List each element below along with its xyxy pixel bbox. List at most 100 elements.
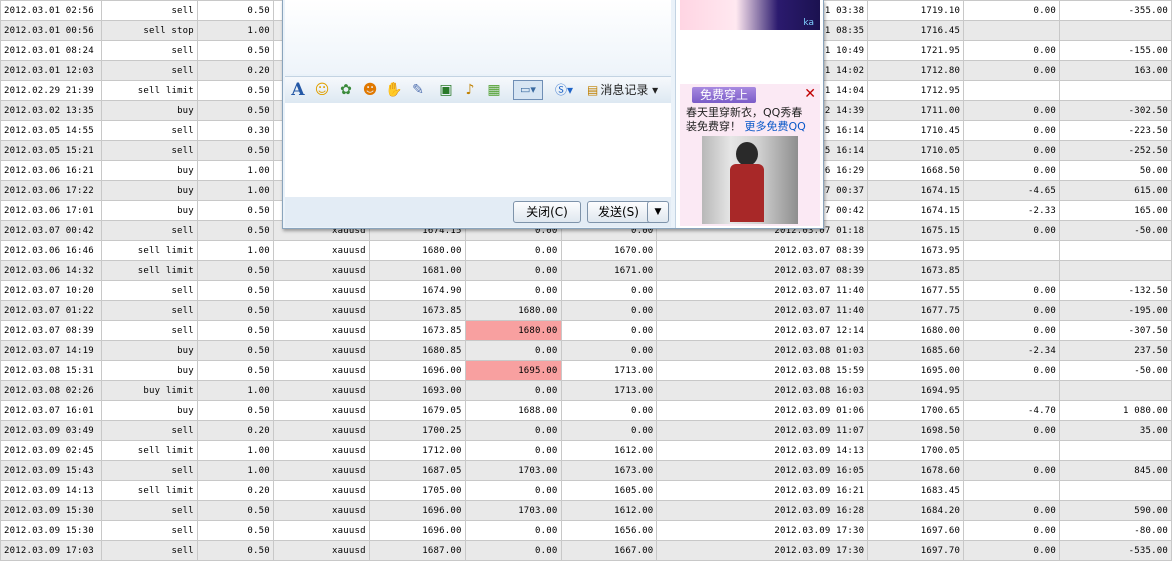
- smiley-icon[interactable]: ☺: [313, 81, 331, 99]
- table-cell: 1694.95: [867, 380, 965, 401]
- table-cell: xauusd: [272, 420, 370, 441]
- table-cell: 2012.03.07 08:39: [656, 260, 869, 281]
- table-cell: [1059, 240, 1172, 261]
- edit-icon[interactable]: ✎: [409, 81, 427, 99]
- table-row: 2012.03.07 01:22 sell 0.50 xauusd 1673.85 168…: [0, 300, 1172, 321]
- table-cell: 1703.00: [464, 460, 562, 481]
- table-cell: 0.50: [196, 140, 274, 161]
- table-cell: [963, 440, 1061, 461]
- table-cell: [1059, 80, 1172, 101]
- table-cell: [1059, 20, 1172, 41]
- table-cell: 0.50: [196, 220, 274, 241]
- table-cell: 0.50: [196, 260, 274, 281]
- table-cell: sell: [100, 40, 198, 61]
- table-cell: 2012.03.09 17:03: [0, 540, 102, 561]
- close-icon[interactable]: ✕: [804, 86, 816, 102]
- table-cell: sell: [100, 300, 198, 321]
- table-cell: 1713.00: [560, 360, 658, 381]
- table-cell: -355.00: [1059, 0, 1172, 21]
- table-cell: buy: [100, 400, 198, 421]
- table-cell: xauusd: [272, 300, 370, 321]
- table-cell: sell: [100, 520, 198, 541]
- table-cell: 1688.00: [464, 400, 562, 421]
- table-cell: 1679.05: [368, 400, 466, 421]
- table-cell: buy limit: [100, 380, 198, 401]
- ad-title[interactable]: 免费穿上: [692, 87, 757, 103]
- table-cell: 1.00: [196, 380, 274, 401]
- table-cell: 2012.03.07 10:20: [0, 280, 102, 301]
- close-button[interactable]: 关闭(C): [513, 201, 581, 223]
- table-cell: 1680.00: [867, 320, 965, 341]
- table-cell: buy: [100, 200, 198, 221]
- table-row: 2012.03.07 16:01 buy 0.50 xauusd 1679.05 1688…: [0, 400, 1172, 421]
- table-cell: buy: [100, 340, 198, 361]
- table-cell: 0.00: [963, 120, 1061, 141]
- table-row: 2012.03.08 02:26 buy limit 1.00 xauusd 1693.…: [0, 380, 1172, 401]
- qq-show-ad[interactable]: 免费穿上 ✕ 春天里穿新衣，QQ秀春 装免费穿！ 更多免费QQ: [680, 84, 820, 226]
- ad-more-link[interactable]: 更多免费QQ: [745, 120, 806, 133]
- table-cell: sell limit: [100, 80, 198, 101]
- table-cell: -223.50: [1059, 120, 1172, 141]
- face-icon[interactable]: ☻: [361, 81, 379, 99]
- table-cell: 0.50: [196, 400, 274, 421]
- table-cell: 0.20: [196, 60, 274, 81]
- table-cell: 2012.03.06 16:21: [0, 160, 102, 181]
- table-cell: 1605.00: [560, 480, 658, 501]
- table-cell: 2012.03.09 15:43: [0, 460, 102, 481]
- ad-banner-top[interactable]: ka: [680, 0, 820, 30]
- gift-icon[interactable]: ▦: [485, 81, 503, 99]
- table-cell: 0.00: [560, 400, 658, 421]
- table-cell: 1677.75: [867, 300, 965, 321]
- table-cell: 2012.02.29 21:39: [0, 80, 102, 101]
- table-cell: 2012.03.07 11:40: [656, 300, 869, 321]
- chat-button-bar: 关闭(C) 发送(S) ▼: [285, 197, 671, 227]
- table-cell: 1712.95: [867, 80, 965, 101]
- screenshot-icon[interactable]: ▭▾: [513, 80, 543, 100]
- soso-icon[interactable]: Ⓢ▾: [549, 81, 579, 99]
- table-cell: 1.00: [196, 20, 274, 41]
- table-cell: 0.20: [196, 480, 274, 501]
- table-row: 2012.03.06 14:32 sell limit 0.50 xauusd 1681…: [0, 260, 1172, 281]
- table-cell: 2012.03.09 16:21: [656, 480, 869, 501]
- table-cell: buy: [100, 360, 198, 381]
- table-cell: 0.00: [963, 100, 1061, 121]
- table-cell: 0.00: [963, 360, 1061, 381]
- ad-photo[interactable]: [702, 136, 798, 224]
- table-cell: 0.00: [963, 520, 1061, 541]
- table-cell: 0.50: [196, 200, 274, 221]
- table-row: 2012.03.09 17:03 sell 0.50 xauusd 1687.00 0.0…: [0, 540, 1172, 561]
- table-cell: buy: [100, 100, 198, 121]
- table-cell: 2012.03.07 12:14: [656, 320, 869, 341]
- wink-icon[interactable]: ✿: [337, 81, 355, 99]
- table-row: 2012.03.06 16:46 sell limit 1.00 xauusd 1680…: [0, 240, 1172, 261]
- table-cell: 1687.05: [368, 460, 466, 481]
- table-row: 2012.03.09 15:30 sell 0.50 xauusd 1696.00 0.0…: [0, 520, 1172, 541]
- qq-chat-window[interactable]: A ☺ ✿ ☻ ✋ ✎ ▣ ♪ ▦ ▭▾ Ⓢ▾ ▤ 消息记录 ▾ 关闭(C) 发送…: [282, 0, 824, 229]
- table-cell: 2012.03.02 13:35: [0, 100, 102, 121]
- table-cell: sell: [100, 540, 198, 561]
- table-cell: 1 080.00: [1059, 400, 1172, 421]
- table-cell: 1685.60: [867, 340, 965, 361]
- table-cell: -2.34: [963, 340, 1061, 361]
- ad-line-2: 装免费穿！: [686, 120, 741, 133]
- table-cell: 2012.03.01 12:03: [0, 60, 102, 81]
- shake-icon[interactable]: ✋: [385, 81, 403, 99]
- music-icon[interactable]: ♪: [461, 81, 479, 99]
- table-cell: 2012.03.09 17:30: [656, 540, 869, 561]
- chat-input-area[interactable]: [285, 103, 671, 197]
- table-cell: 1687.00: [368, 540, 466, 561]
- table-cell: 2012.03.08 01:03: [656, 340, 869, 361]
- table-cell: xauusd: [272, 360, 370, 381]
- table-cell: 0.00: [963, 160, 1061, 181]
- table-cell: sell: [100, 120, 198, 141]
- table-cell: [963, 260, 1061, 281]
- table-row: 2012.03.09 03:49 sell 0.20 xauusd 1700.25 0.0…: [0, 420, 1172, 441]
- message-record-button[interactable]: ▤ 消息记录 ▾: [587, 81, 658, 99]
- image-icon[interactable]: ▣: [437, 81, 455, 99]
- send-options-dropdown[interactable]: ▼: [647, 201, 669, 223]
- ad-photo-figure: [730, 164, 764, 222]
- font-icon[interactable]: A: [289, 81, 307, 99]
- table-cell: 1697.60: [867, 520, 965, 541]
- table-cell: 0.00: [464, 540, 562, 561]
- table-cell: 0.50: [196, 540, 274, 561]
